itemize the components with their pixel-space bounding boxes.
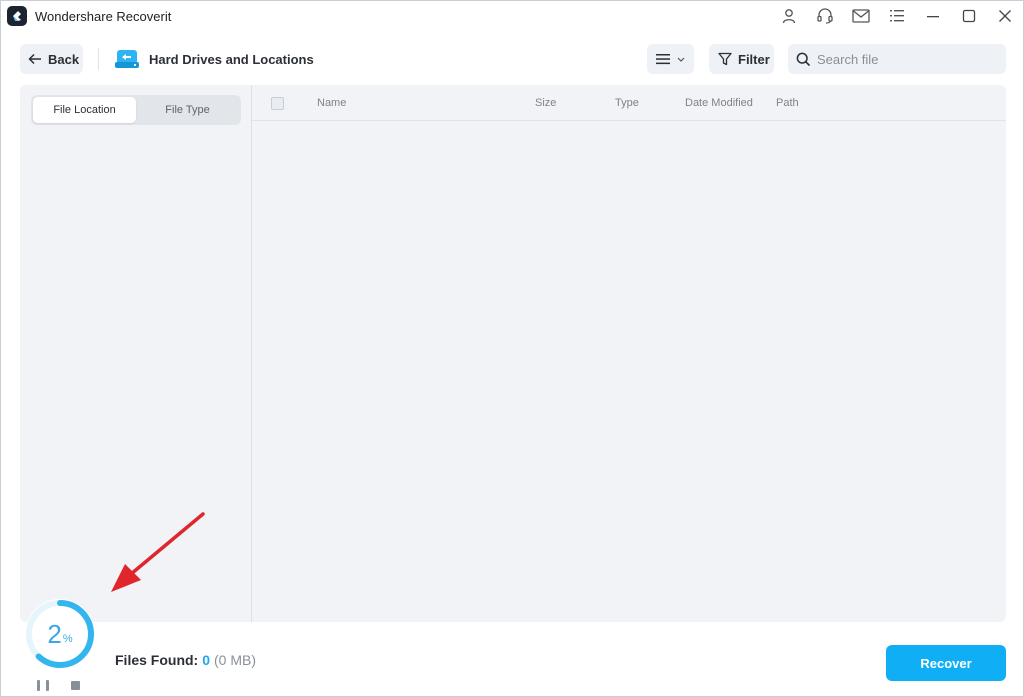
stop-icon[interactable] bbox=[71, 681, 80, 690]
scan-progress-value: 2 % bbox=[23, 597, 97, 671]
filter-button[interactable]: Filter bbox=[709, 44, 774, 74]
search-box[interactable] bbox=[788, 44, 1006, 74]
column-header-name[interactable]: Name bbox=[317, 97, 346, 109]
title-bar: Wondershare Recoverit bbox=[1, 1, 1023, 31]
app-logo-icon bbox=[7, 6, 27, 26]
toolbar-divider bbox=[98, 48, 99, 70]
user-icon[interactable] bbox=[771, 1, 807, 31]
table-header: Name Size Type Date Modified Path bbox=[252, 85, 1006, 121]
app-title: Wondershare Recoverit bbox=[35, 9, 172, 24]
column-header-type[interactable]: Type bbox=[615, 97, 639, 109]
column-header-date-modified[interactable]: Date Modified bbox=[685, 97, 753, 109]
title-bar-controls bbox=[771, 1, 1023, 31]
files-found-label: Files Found: bbox=[115, 652, 199, 668]
column-header-path[interactable]: Path bbox=[776, 97, 799, 109]
minimize-icon[interactable] bbox=[915, 1, 951, 31]
back-button-label: Back bbox=[48, 51, 80, 67]
tab-file-type[interactable]: File Type bbox=[136, 97, 239, 123]
mail-icon[interactable] bbox=[843, 1, 879, 31]
hard-drive-icon bbox=[114, 46, 140, 72]
page-title: Hard Drives and Locations bbox=[149, 52, 314, 67]
tab-file-location[interactable]: File Location bbox=[33, 97, 136, 123]
app-window: Wondershare Recoverit Back Hard Drives a… bbox=[0, 0, 1024, 697]
view-tabs: File Location File Type bbox=[31, 95, 241, 125]
select-all-checkbox[interactable] bbox=[271, 97, 284, 110]
menu-icon[interactable] bbox=[879, 1, 915, 31]
filter-button-label: Filter bbox=[738, 51, 770, 67]
column-header-size[interactable]: Size bbox=[535, 97, 556, 109]
chevron-down-icon bbox=[677, 57, 684, 62]
pause-icon[interactable] bbox=[37, 680, 49, 692]
recover-button[interactable]: Recover bbox=[886, 645, 1006, 681]
maximize-icon[interactable] bbox=[951, 1, 987, 31]
file-table: Name Size Type Date Modified Path bbox=[252, 85, 1006, 622]
files-found-status: Files Found: 0 (0 MB) bbox=[115, 652, 256, 668]
search-input[interactable] bbox=[817, 51, 997, 67]
close-icon[interactable] bbox=[987, 1, 1023, 31]
annotation-arrow bbox=[111, 512, 205, 592]
headset-icon[interactable] bbox=[807, 1, 843, 31]
files-found-count: 0 bbox=[202, 652, 211, 668]
filter-icon bbox=[718, 52, 732, 66]
progress-percent-number: 2 bbox=[47, 618, 62, 649]
search-icon bbox=[796, 52, 811, 66]
view-mode-button[interactable] bbox=[647, 44, 694, 74]
list-view-icon bbox=[655, 54, 670, 65]
arrow-left-icon bbox=[28, 53, 41, 65]
files-found-size: (0 MB) bbox=[214, 652, 257, 668]
back-button[interactable]: Back bbox=[20, 44, 83, 74]
progress-percent-unit: % bbox=[62, 633, 73, 645]
